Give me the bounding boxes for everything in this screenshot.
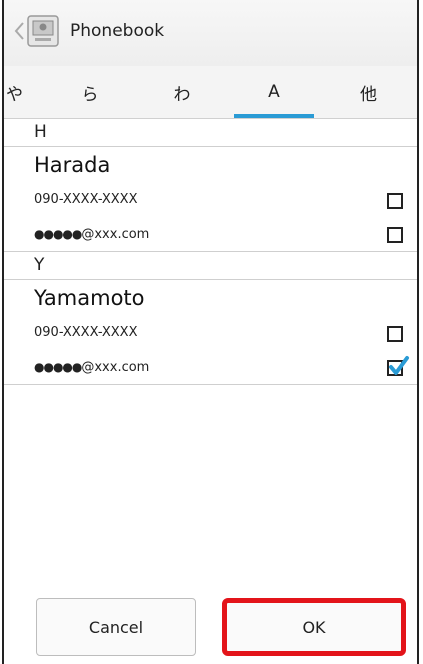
email-domain: @xxx.com	[81, 360, 150, 375]
checkmark-icon	[389, 356, 409, 375]
ok-button[interactable]: OK	[222, 598, 406, 656]
section-header-h: H	[4, 119, 417, 147]
tab-wa[interactable]: わ	[136, 66, 228, 118]
phone-number: 090-XXXX-XXXX	[34, 192, 138, 207]
masked-text: ●●●●●	[34, 360, 82, 374]
list-item[interactable]: ●●●●●@xxx.com	[4, 217, 417, 252]
phonebook-icon	[27, 15, 59, 47]
phonebook-screen: Phonebook や ら わ A 他 H Harada 090-XXXX-XX…	[2, 0, 419, 664]
checkbox[interactable]	[387, 227, 403, 243]
tab-other[interactable]: 他	[320, 66, 417, 118]
contact-list: H Harada 090-XXXX-XXXX ●●●●●@xxx.com Y Y…	[4, 119, 417, 385]
index-tabs: や ら わ A 他	[4, 66, 417, 119]
contact-name-harada: Harada	[34, 153, 111, 177]
phone-number: 090-XXXX-XXXX	[34, 325, 138, 340]
chevron-left-icon[interactable]	[12, 20, 26, 42]
section-header-y: Y	[4, 252, 417, 280]
checkbox[interactable]	[387, 193, 403, 209]
list-item[interactable]: ●●●●●@xxx.com	[4, 350, 417, 385]
page-title: Phonebook	[70, 21, 165, 41]
tab-ra[interactable]: ら	[44, 66, 136, 118]
title-bar: Phonebook	[4, 0, 417, 67]
list-item[interactable]: 090-XXXX-XXXX	[4, 183, 417, 217]
list-item[interactable]: 090-XXXX-XXXX	[4, 316, 417, 350]
contact-name-yamamoto: Yamamoto	[34, 286, 145, 310]
tab-ya[interactable]: や	[4, 66, 44, 118]
masked-text: ●●●●●	[34, 227, 82, 241]
cancel-button[interactable]: Cancel	[36, 598, 196, 656]
checkbox[interactable]	[387, 326, 403, 342]
tab-a[interactable]: A	[228, 66, 320, 118]
email-domain: @xxx.com	[81, 227, 150, 242]
